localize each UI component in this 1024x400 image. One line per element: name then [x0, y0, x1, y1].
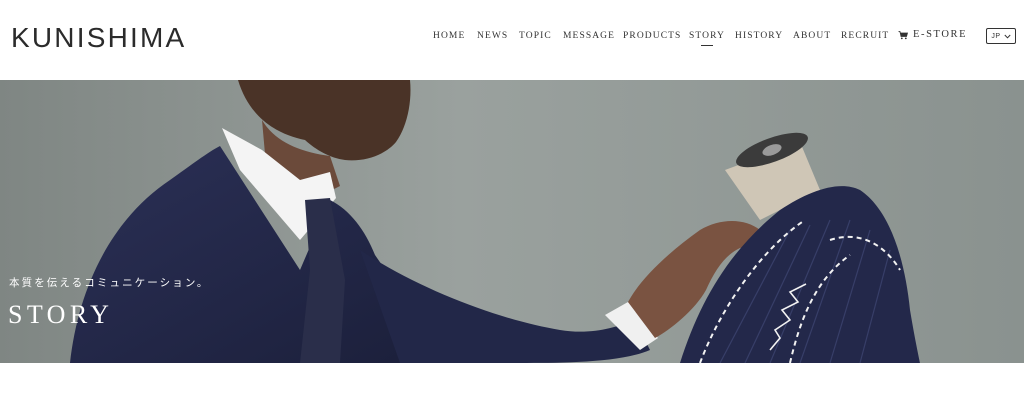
nav-item-news[interactable]: NEWS [477, 29, 508, 43]
hero-banner: 本質を伝えるコミュニケーション。 STORY [0, 80, 1024, 363]
hero-subtitle: 本質を伝えるコミュニケーション。 [9, 277, 210, 289]
nav-item-topic[interactable]: TOPIC [519, 29, 552, 43]
hero-image [0, 80, 1024, 363]
nav-item-about[interactable]: ABOUT [793, 29, 831, 43]
site-header: KUNISHIMA HOME NEWS TOPIC MESSAGE PRODUC… [0, 0, 1024, 80]
nav-item-message[interactable]: MESSAGE [563, 29, 615, 43]
content-area [0, 363, 1024, 400]
hero-title: STORY [8, 300, 114, 329]
cart-icon [898, 31, 908, 40]
language-selector[interactable]: JP [986, 28, 1016, 44]
nav-item-history[interactable]: HISTORY [735, 29, 783, 43]
site-logo[interactable]: KUNISHIMA [11, 21, 186, 55]
estore-label: E-STORE [913, 29, 968, 40]
language-label: JP [991, 32, 1001, 40]
nav-item-estore[interactable]: E-STORE [898, 28, 967, 42]
nav-item-recruit[interactable]: RECRUIT [841, 29, 889, 43]
nav-item-products[interactable]: PRODUCTS [623, 29, 681, 43]
nav-item-home[interactable]: HOME [433, 29, 465, 43]
nav-item-story[interactable]: STORY [689, 29, 725, 46]
chevron-down-icon [1004, 34, 1011, 39]
